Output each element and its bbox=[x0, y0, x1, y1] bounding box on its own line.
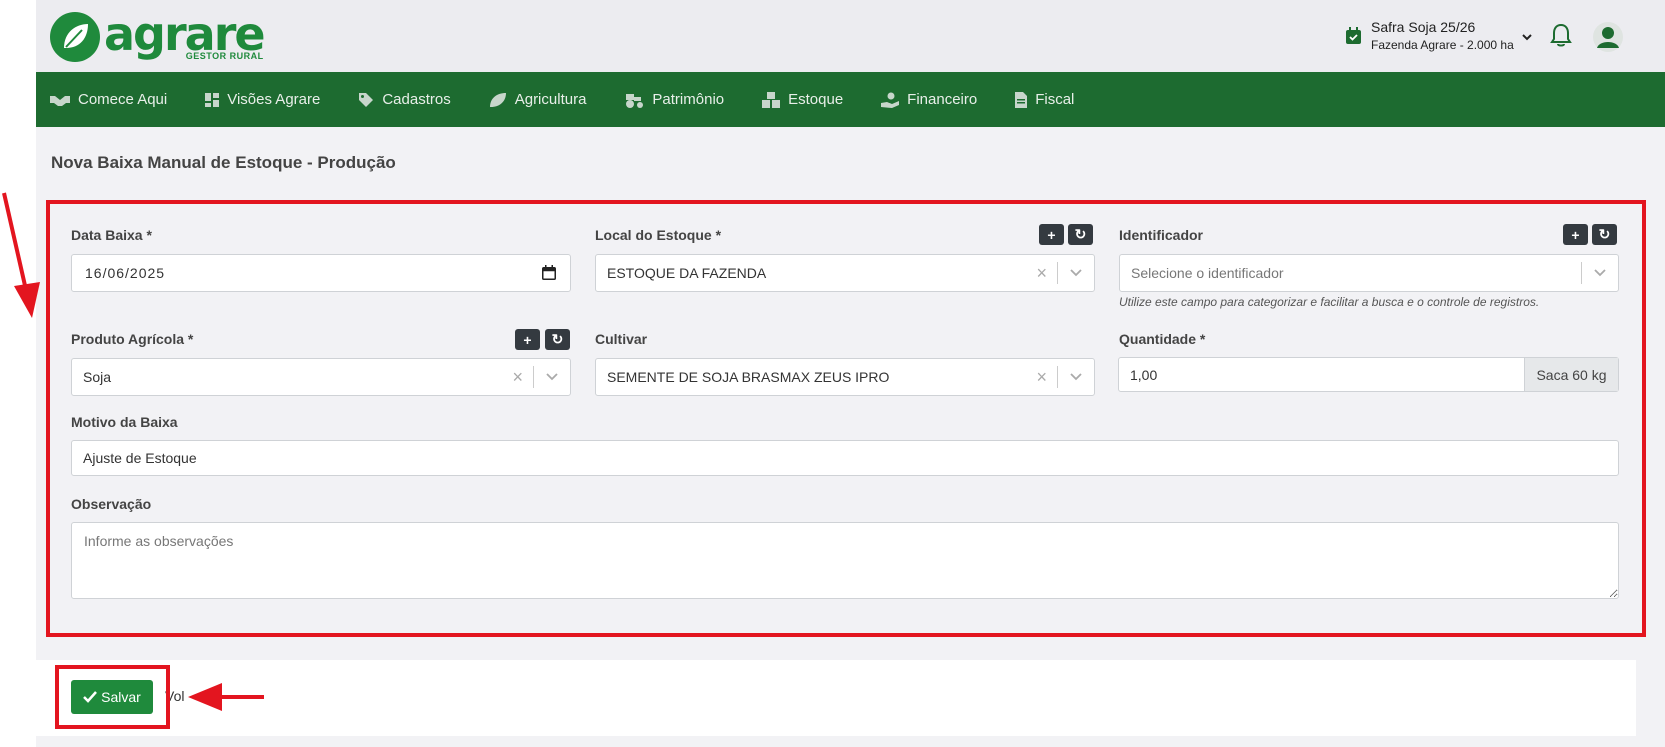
cultivar-value: SEMENTE DE SOJA BRASMAX ZEUS IPRO bbox=[607, 369, 890, 385]
nav-item-visoes-agrare[interactable]: Visões Agrare bbox=[205, 91, 320, 108]
refresh-icon: ↻ bbox=[1074, 226, 1087, 242]
bell-icon[interactable] bbox=[1549, 22, 1573, 53]
clear-icon[interactable]: × bbox=[1026, 367, 1057, 388]
identificador-select[interactable]: Selecione o identificador bbox=[1119, 254, 1619, 292]
check-icon bbox=[83, 691, 98, 703]
chevron-down-icon[interactable] bbox=[1058, 269, 1094, 277]
nav-item-estoque[interactable]: Estoque bbox=[762, 91, 843, 108]
motivo-value: Ajuste de Estoque bbox=[83, 450, 197, 466]
nav-item-cadastros[interactable]: Cadastros bbox=[358, 91, 451, 108]
safra-farm: Fazenda Agrare - 2.000 ha bbox=[1371, 37, 1514, 52]
clear-icon[interactable]: × bbox=[1026, 263, 1057, 284]
handshake-icon bbox=[50, 95, 70, 106]
produto-value: Soja bbox=[83, 369, 112, 385]
cultivar-label: Cultivar bbox=[595, 331, 648, 347]
data-baixa-label: Data Baixa * bbox=[71, 227, 152, 243]
local-estoque-add-button[interactable]: + bbox=[1039, 224, 1064, 245]
tags-icon bbox=[359, 92, 374, 107]
plus-icon: + bbox=[1047, 226, 1056, 243]
leaf-logo-icon bbox=[50, 12, 100, 62]
nav-item-label: Patrimônio bbox=[652, 91, 725, 108]
calendar-icon[interactable] bbox=[542, 265, 556, 283]
nav-item-label: Comece Aqui bbox=[78, 91, 168, 108]
identificador-hint: Utilize este campo para categorizar e fa… bbox=[1119, 295, 1540, 309]
quantidade-label: Quantidade * bbox=[1119, 331, 1206, 347]
safra-title: Safra Soja 25/26 bbox=[1371, 19, 1476, 35]
produto-refresh-button[interactable]: ↻ bbox=[545, 329, 570, 350]
produto-label: Produto Agrícola * bbox=[71, 331, 194, 347]
clear-icon[interactable]: × bbox=[502, 367, 533, 388]
nav-item-label: Estoque bbox=[788, 91, 844, 108]
nav-item-comece-aqui[interactable]: Comece Aqui bbox=[50, 91, 167, 108]
local-estoque-label: Local do Estoque * bbox=[595, 227, 722, 243]
chevron-down-icon[interactable] bbox=[1058, 373, 1094, 381]
document-icon bbox=[1015, 91, 1028, 108]
motivo-label: Motivo da Baixa bbox=[71, 414, 178, 430]
user-avatar-icon[interactable] bbox=[1593, 22, 1623, 52]
chevron-down-icon bbox=[1522, 28, 1532, 46]
nav-item-patrimonio[interactable]: Patrimônio bbox=[624, 91, 724, 108]
local-estoque-value: ESTOQUE DA FAZENDA bbox=[607, 265, 767, 281]
data-baixa-input[interactable]: 16/06/2025 bbox=[71, 254, 571, 292]
boxes-icon bbox=[762, 91, 781, 108]
refresh-icon: ↻ bbox=[1598, 226, 1611, 242]
refresh-icon: ↻ bbox=[551, 331, 564, 347]
identificador-placeholder: Selecione o identificador bbox=[1131, 265, 1284, 281]
logo-word: agrare bbox=[104, 6, 266, 61]
quantidade-value: 1,00 bbox=[1130, 366, 1158, 383]
logo[interactable]: agrare GESTOR RURAL bbox=[50, 6, 266, 62]
identificador-label: Identificador bbox=[1119, 227, 1204, 243]
nav-item-label: Cadastros bbox=[382, 91, 451, 108]
data-baixa-value: 16/06/2025 bbox=[85, 265, 166, 281]
nav-item-label: Agricultura bbox=[514, 91, 587, 108]
main-nav: Comece Aqui Visões Agrare Cadastros Agri… bbox=[36, 72, 1665, 127]
hand-money-icon bbox=[881, 92, 900, 108]
tractor-icon bbox=[626, 93, 644, 108]
local-estoque-refresh-button[interactable]: ↻ bbox=[1068, 224, 1093, 245]
chevron-down-icon[interactable] bbox=[534, 373, 570, 381]
annotation-arrow-down bbox=[2, 192, 40, 318]
observacao-textarea[interactable] bbox=[71, 522, 1619, 599]
annotation-arrow-left bbox=[188, 683, 264, 711]
calendar-check-icon bbox=[1346, 27, 1361, 49]
save-button[interactable]: Salvar bbox=[71, 680, 153, 714]
motivo-input[interactable]: Ajuste de Estoque bbox=[71, 440, 1619, 476]
safra-selector[interactable]: Safra Soja 25/26 Fazenda Agrare - 2.000 … bbox=[1346, 18, 1532, 53]
local-estoque-select[interactable]: ESTOQUE DA FAZENDA × bbox=[595, 254, 1095, 292]
nav-item-label: Visões Agrare bbox=[227, 91, 321, 108]
identificador-refresh-button[interactable]: ↻ bbox=[1592, 224, 1617, 245]
leaf-icon bbox=[489, 92, 506, 107]
save-button-label: Salvar bbox=[101, 689, 141, 705]
nav-item-financeiro[interactable]: Financeiro bbox=[881, 91, 977, 108]
identificador-add-button[interactable]: + bbox=[1563, 224, 1588, 245]
form-footer bbox=[36, 660, 1636, 736]
produto-select[interactable]: Soja × bbox=[71, 358, 571, 396]
dashboard-icon bbox=[205, 92, 220, 107]
chevron-down-icon[interactable] bbox=[1582, 269, 1618, 277]
quantidade-unit: Saca 60 kg bbox=[1524, 358, 1618, 391]
nav-item-agricultura[interactable]: Agricultura bbox=[489, 91, 587, 108]
plus-icon: + bbox=[1571, 226, 1580, 243]
plus-icon: + bbox=[523, 331, 532, 348]
logo-subtitle: GESTOR RURAL bbox=[185, 50, 264, 61]
nav-item-label: Financeiro bbox=[907, 91, 978, 108]
nav-item-label: Fiscal bbox=[1035, 91, 1075, 108]
nav-item-fiscal[interactable]: Fiscal bbox=[1015, 91, 1074, 108]
quantidade-input[interactable]: 1,00 Saca 60 kg bbox=[1118, 357, 1619, 392]
top-header: agrare GESTOR RURAL Safra Soja 25/26 Faz… bbox=[36, 0, 1665, 72]
page-title: Nova Baixa Manual de Estoque - Produção bbox=[51, 153, 396, 172]
produto-add-button[interactable]: + bbox=[515, 329, 540, 350]
cultivar-select[interactable]: SEMENTE DE SOJA BRASMAX ZEUS IPRO × bbox=[595, 358, 1095, 396]
observacao-label: Observação bbox=[71, 496, 152, 512]
